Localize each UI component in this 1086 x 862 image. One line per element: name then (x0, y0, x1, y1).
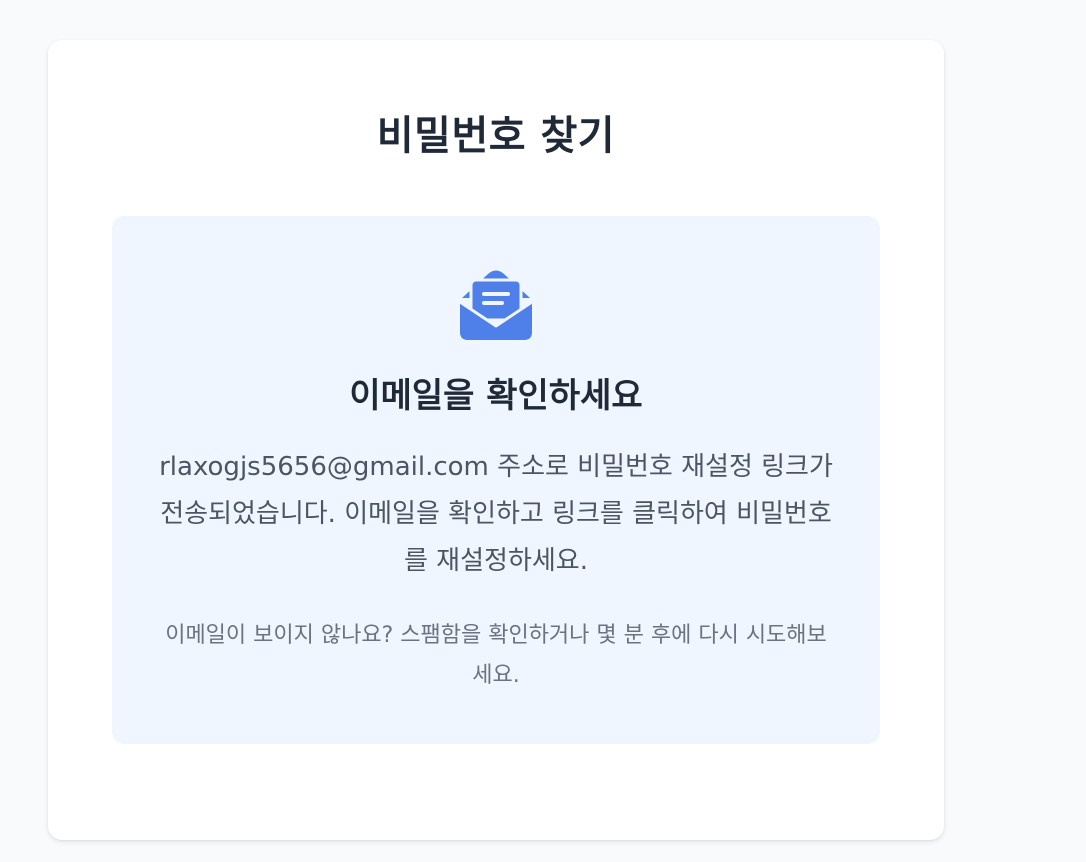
spam-hint: 이메일이 보이지 않나요? 스팸함을 확인하거나 몇 분 후에 다시 시도해보세… (165, 623, 827, 688)
page-title: 비밀번호 찾기 (376, 113, 616, 159)
email-sent-notice: 이메일을 확인하세요 rlaxogjs5656@gmail.com 주소로 비밀… (112, 216, 880, 744)
mail-open-icon (458, 268, 534, 342)
notice-heading: 이메일을 확인하세요 (349, 376, 643, 416)
password-reset-card: 비밀번호 찾기 이메일을 확인하세요 rlaxogjs5656@gmail.co… (48, 40, 944, 840)
notice-message: rlaxogjs5656@gmail.com 주소로 비밀번호 재설정 링크가 … (159, 452, 833, 576)
